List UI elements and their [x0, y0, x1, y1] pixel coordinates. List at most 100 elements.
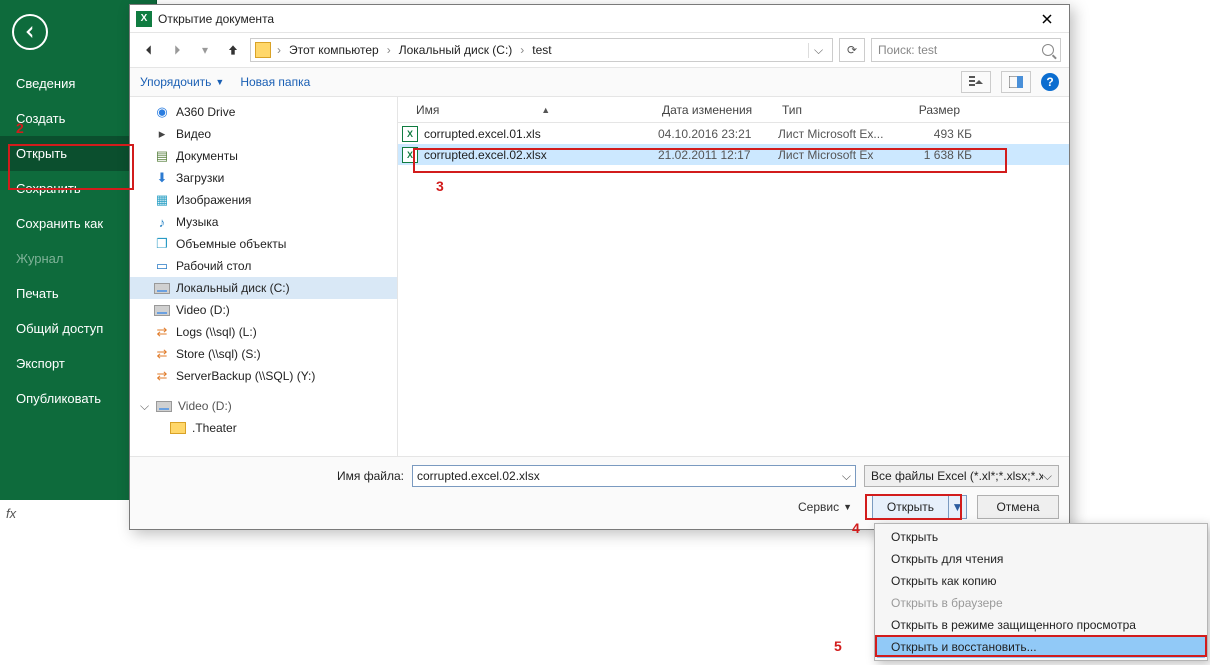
open-file-dialog: Открытие документа ▾ › Этот компьютер › …	[129, 4, 1070, 530]
excel-file-icon	[402, 147, 418, 163]
drive-icon	[154, 305, 170, 316]
file-list: Имя▲ Дата изменения Тип Размер corrupted…	[398, 97, 1069, 456]
tree-item[interactable]: Локальный диск (C:)	[130, 277, 397, 299]
doc-icon: ▤	[154, 148, 170, 164]
file-name: corrupted.excel.01.xls	[424, 127, 658, 141]
address-bar[interactable]: › Этот компьютер › Локальный диск (C:) ›…	[250, 38, 833, 62]
tree-item[interactable]: ▸ Видео	[130, 123, 397, 145]
tree-item-label: Рабочий стол	[176, 259, 251, 273]
menu-item[interactable]: Открыть для чтения	[877, 548, 1205, 570]
net-icon: ⇄	[154, 324, 170, 340]
organize-menu[interactable]: Упорядочить▼	[140, 75, 224, 89]
file-row[interactable]: corrupted.excel.02.xlsx21.02.2011 12:17Л…	[398, 144, 1069, 165]
menu-item[interactable]: Открыть в режиме защищенного просмотра	[877, 614, 1205, 636]
folder-icon	[255, 42, 271, 58]
desk-icon: ▭	[154, 258, 170, 274]
chevron-icon[interactable]: ›	[275, 43, 283, 57]
tree-item[interactable]: ⇄ Store (\\sql) (S:)	[130, 343, 397, 365]
chevron-down-icon[interactable]: ⌵	[842, 469, 851, 484]
menu-item[interactable]: Открыть	[877, 526, 1205, 548]
excel-icon	[136, 11, 152, 27]
tools-menu[interactable]: Сервис▼	[798, 500, 852, 514]
tree-item-label: Logs (\\sql) (L:)	[176, 325, 257, 339]
tree-group[interactable]: ⌵Video (D:)	[130, 395, 397, 417]
nav-forward-button[interactable]	[166, 39, 188, 61]
file-row[interactable]: corrupted.excel.01.xls04.10.2016 23:21Ли…	[398, 123, 1069, 144]
search-icon	[1042, 44, 1054, 56]
dl-icon: ⬇	[154, 170, 170, 186]
tree-item[interactable]: ▭ Рабочий стол	[130, 255, 397, 277]
search-placeholder: Поиск: test	[878, 43, 937, 57]
tree-item-label: Видео	[176, 127, 211, 141]
obj-icon: ❐	[154, 236, 170, 252]
breadcrumb-segment[interactable]: test	[528, 41, 555, 59]
dialog-toolbar: Упорядочить▼ Новая папка ?	[130, 67, 1069, 97]
tree-item[interactable]: ♪ Музыка	[130, 211, 397, 233]
preview-pane-button[interactable]	[1001, 71, 1031, 93]
tree-item-label: .Theater	[192, 421, 237, 435]
file-date: 21.02.2011 12:17	[658, 148, 778, 162]
view-mode-button[interactable]	[961, 71, 991, 93]
tree-item-label: Музыка	[176, 215, 218, 229]
drive-icon	[156, 401, 172, 412]
file-name: corrupted.excel.02.xlsx	[424, 148, 658, 162]
address-dropdown[interactable]: ⌵	[808, 43, 828, 58]
tree-item[interactable]: ⬇Загрузки	[130, 167, 397, 189]
tree-item[interactable]: ⇄ ServerBackup (\\SQL) (Y:)	[130, 365, 397, 387]
file-size: 493 КБ	[896, 127, 972, 141]
file-type: Лист Microsoft Ex	[778, 148, 896, 162]
open-split-button[interactable]: Открыть ▼	[872, 495, 967, 519]
tree-item[interactable]: Video (D:)	[130, 299, 397, 321]
annotation-number-5: 5	[834, 638, 842, 654]
excel-file-icon	[402, 126, 418, 142]
tree-item-label: Video (D:)	[178, 399, 232, 413]
tree-item[interactable]: ❐ Объемные объекты	[130, 233, 397, 255]
tree-item-label: Объемные объекты	[176, 237, 286, 251]
tree-item[interactable]: ◉A360 Drive	[130, 101, 397, 123]
tree-item-label: Изображения	[176, 193, 251, 207]
dialog-footer: Имя файла: corrupted.excel.02.xlsx ⌵ Все…	[130, 456, 1069, 529]
tree-item[interactable]: ⇄ Logs (\\sql) (L:)	[130, 321, 397, 343]
nav-up-button[interactable]	[222, 39, 244, 61]
a360-icon: ◉	[154, 104, 170, 120]
music-icon: ♪	[154, 214, 170, 230]
dialog-title: Открытие документа	[158, 12, 274, 26]
tree-item-label: Store (\\sql) (S:)	[176, 347, 261, 361]
back-button[interactable]	[12, 14, 48, 50]
sort-indicator-icon: ▲	[541, 105, 550, 115]
filename-input[interactable]: corrupted.excel.02.xlsx ⌵	[412, 465, 856, 487]
nav-recent-button[interactable]: ▾	[194, 39, 216, 61]
nav-tree[interactable]: ◉A360 Drive ▸ Видео ▤ Документы ⬇Загрузки▦Изо…	[130, 97, 398, 456]
file-list-header[interactable]: Имя▲ Дата изменения Тип Размер	[398, 97, 1069, 123]
dialog-close-button[interactable]	[1025, 5, 1069, 33]
help-button[interactable]: ?	[1041, 73, 1059, 91]
net-icon: ⇄	[154, 346, 170, 362]
open-dropdown-button[interactable]: ▼	[948, 496, 966, 518]
cancel-button[interactable]: Отмена	[977, 495, 1059, 519]
search-input[interactable]: Поиск: test	[871, 38, 1061, 62]
filetype-select[interactable]: Все файлы Excel (*.xl*;*.xlsx;*.xl ⌵	[864, 465, 1059, 487]
tree-item[interactable]: .Theater	[130, 417, 397, 439]
menu-item: Открыть в браузере	[877, 592, 1205, 614]
dialog-titlebar: Открытие документа	[130, 5, 1069, 33]
open-options-menu: ОткрытьОткрыть для чтенияОткрыть как коп…	[874, 523, 1208, 661]
video-icon: ▸	[154, 126, 170, 142]
tree-item[interactable]: ▤ Документы	[130, 145, 397, 167]
menu-item[interactable]: Открыть как копию	[877, 570, 1205, 592]
nav-back-button[interactable]	[138, 39, 160, 61]
folder-icon	[170, 422, 186, 434]
new-folder-button[interactable]: Новая папка	[240, 75, 310, 89]
breadcrumb-segment[interactable]: Локальный диск (C:)	[395, 41, 517, 59]
tree-item-label: Документы	[176, 149, 238, 163]
file-type: Лист Microsoft Ex...	[778, 127, 896, 141]
tree-item[interactable]: ▦Изображения	[130, 189, 397, 211]
chevron-icon[interactable]: ›	[385, 43, 393, 57]
tree-item-label: ServerBackup (\\SQL) (Y:)	[176, 369, 315, 383]
refresh-button[interactable]: ⟳	[839, 38, 865, 62]
menu-item[interactable]: Открыть и восстановить...	[877, 636, 1205, 658]
net-icon: ⇄	[154, 368, 170, 384]
filename-label: Имя файла:	[334, 469, 404, 483]
chevron-icon[interactable]: ›	[518, 43, 526, 57]
breadcrumb-segment[interactable]: Этот компьютер	[285, 41, 383, 59]
chevron-down-icon[interactable]: ⌵	[1043, 469, 1052, 484]
